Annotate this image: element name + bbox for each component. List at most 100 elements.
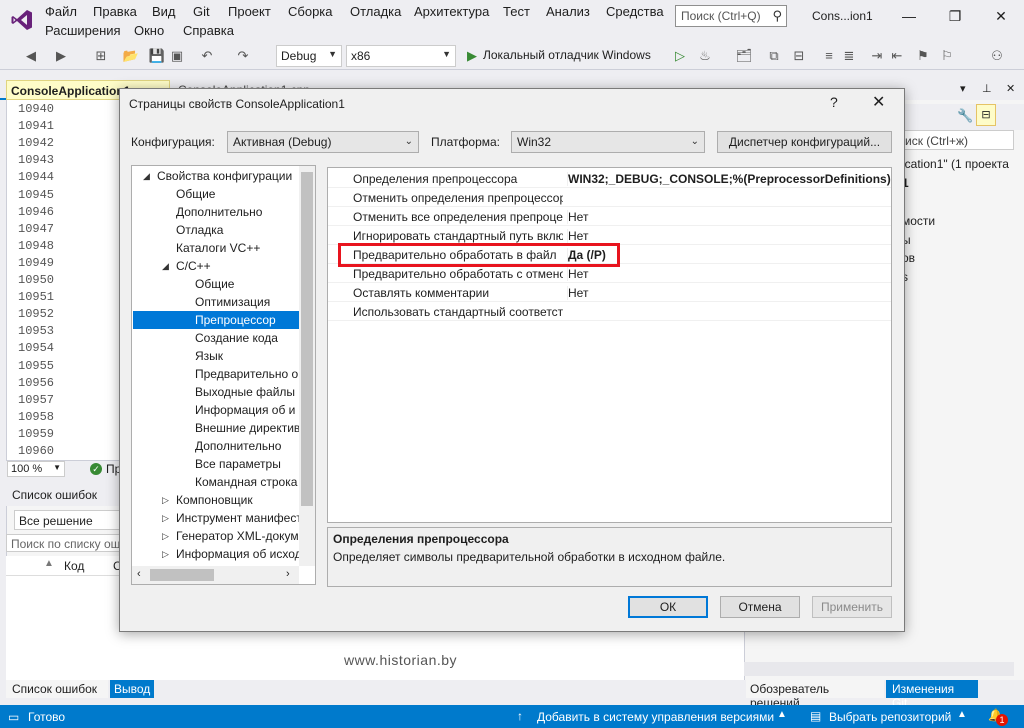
save-icon[interactable]: 💾 <box>148 47 166 65</box>
live-share-icon[interactable]: ⚇ <box>988 47 1006 65</box>
menu-file[interactable]: Файл <box>45 4 77 19</box>
collapsed-arrow-icon[interactable]: ▷ <box>162 549 169 560</box>
property-value[interactable]: Нет <box>567 267 588 281</box>
menu-window[interactable]: Окно <box>134 23 164 38</box>
tree-item[interactable]: Генератор XML-докум <box>176 527 299 545</box>
tree-item[interactable]: Общие <box>176 185 215 203</box>
tree-item[interactable]: Язык <box>195 347 223 365</box>
run-target-label[interactable]: Локальный отладчик Windows <box>483 48 651 62</box>
tab-error-list[interactable]: Список ошибок <box>6 680 108 698</box>
back-icon[interactable]: ◀ <box>22 47 40 65</box>
configuration-manager-button[interactable]: Диспетчер конфигураций... <box>717 131 892 153</box>
menu-help[interactable]: Справка <box>183 23 234 38</box>
solution-search-input[interactable]: иск (Ctrl+ж) <box>902 130 1014 150</box>
select-repository-button[interactable]: Выбрать репозиторий <box>829 710 951 724</box>
property-row[interactable]: Определения препроцессора WIN32;_DEBUG;_C… <box>328 169 891 188</box>
dialog-close-icon[interactable]: ✕ <box>872 92 885 112</box>
pin-icon[interactable]: ⊥ <box>982 82 992 95</box>
tree-item[interactable]: Дополнительно <box>176 203 262 221</box>
tree-horizontal-scroll-thumb[interactable] <box>150 569 214 581</box>
menu-project[interactable]: Проект <box>228 4 271 19</box>
tree-item[interactable]: Оптимизация <box>195 293 270 311</box>
bookmark-icon[interactable]: ⚑ <box>914 47 932 65</box>
property-row[interactable]: Оставлять комментарии Нет <box>328 283 891 302</box>
panel-dropdown-icon[interactable]: ▾ <box>960 82 966 95</box>
cancel-button[interactable]: Отмена <box>720 596 800 618</box>
new-project-icon[interactable]: ⊞ <box>92 47 110 65</box>
collapsed-arrow-icon[interactable]: ▷ <box>162 513 169 524</box>
outdent-icon[interactable]: ⇤ <box>888 47 906 65</box>
menu-edit[interactable]: Правка <box>93 4 137 19</box>
help-button[interactable]: ? <box>830 94 838 110</box>
tree-item[interactable]: Внешние директив <box>195 419 300 437</box>
properties-icon[interactable]: ⊟ <box>976 104 996 126</box>
menu-extensions[interactable]: Расширения <box>45 23 121 38</box>
tree-item[interactable]: Дополнительно <box>195 437 281 455</box>
tree-item[interactable]: Препроцессор <box>133 311 299 329</box>
collapsed-arrow-icon[interactable]: ▷ <box>162 495 169 506</box>
column-code[interactable]: Код <box>64 559 84 573</box>
close-window-button[interactable]: ✕ <box>986 4 1016 28</box>
platform-select[interactable]: x86 ▼ <box>346 45 456 67</box>
tab-git-changes[interactable]: Изменения Git <box>886 680 978 710</box>
menu-debug[interactable]: Отладка <box>350 4 401 19</box>
uncomment-icon[interactable]: ≣ <box>840 47 858 65</box>
bookmark-next-icon[interactable]: ⚐ <box>938 47 956 65</box>
tree-item[interactable]: Общие <box>195 275 234 293</box>
scroll-left-icon[interactable]: ‹ <box>137 568 141 580</box>
open-icon[interactable]: 📂 <box>122 47 140 65</box>
zoom-select[interactable]: 100 % ▼ <box>7 461 65 477</box>
tree-item[interactable]: Предварительно о <box>195 365 298 383</box>
toolbar-tool-icon[interactable]: ⧉ <box>765 47 783 65</box>
property-value[interactable]: Нет <box>567 229 588 243</box>
comment-icon[interactable]: ≡ <box>820 47 838 65</box>
ok-button[interactable]: ОК <box>628 596 708 618</box>
redo-icon[interactable]: ↷ <box>234 47 252 65</box>
close-icon[interactable]: ✕ <box>1006 82 1015 95</box>
property-row[interactable]: Отменить все определения препроцессора Не… <box>328 207 891 226</box>
solution-explorer-icon[interactable]: 🗂 <box>735 47 753 65</box>
tree-item[interactable]: Компоновщик <box>176 491 253 509</box>
menu-architecture[interactable]: Архитектура <box>414 4 489 19</box>
collapsed-arrow-icon[interactable]: ▷ <box>162 531 169 542</box>
menu-view[interactable]: Вид <box>152 4 176 19</box>
start-debug-icon[interactable]: ▶ <box>463 47 481 65</box>
tree-item[interactable]: Инструмент манифесте <box>176 509 308 527</box>
expanded-arrow-icon[interactable]: ◢ <box>162 261 169 272</box>
apply-button[interactable]: Применить <box>812 596 892 618</box>
restore-button[interactable]: ❐ <box>940 4 970 28</box>
tree-item[interactable]: Создание кода <box>195 329 278 347</box>
tree-item[interactable]: Командная строка <box>195 473 297 491</box>
platform-combo[interactable]: Win32 ⌄ <box>511 131 705 153</box>
property-row[interactable]: Использовать стандартный соответствующий <box>328 302 891 321</box>
property-value[interactable]: Нет <box>567 286 588 300</box>
minimize-button[interactable]: — <box>894 4 924 28</box>
tree-vertical-scroll-thumb[interactable] <box>301 172 313 506</box>
save-all-icon[interactable]: ▣ <box>168 47 186 65</box>
menu-build[interactable]: Сборка <box>288 4 333 19</box>
tree-item[interactable]: Каталоги VC++ <box>176 239 260 257</box>
add-to-source-control-button[interactable]: Добавить в систему управления версиями <box>537 710 774 724</box>
menu-test[interactable]: Тест <box>503 4 530 19</box>
scroll-right-icon[interactable]: › <box>286 568 290 580</box>
tab-solution-explorer[interactable]: Обозреватель решений <box>746 680 884 710</box>
configuration-select[interactable]: Debug ▼ <box>276 45 342 67</box>
undo-icon[interactable]: ↶ <box>198 47 216 65</box>
tab-output[interactable]: Вывод <box>110 680 154 698</box>
tree-item[interactable]: Свойства конфигурации <box>157 167 292 185</box>
global-search-input[interactable]: Поиск (Ctrl+Q) ⚲ <box>675 5 787 27</box>
menu-analyze[interactable]: Анализ <box>546 4 590 19</box>
solution-node[interactable]: ication1" (1 проекта <box>902 157 1009 171</box>
right-panel-hscrollbar[interactable] <box>744 662 1014 676</box>
toolbar-tool2-icon[interactable]: ⊟ <box>790 47 808 65</box>
wrench-icon[interactable]: 🔧 <box>957 108 973 124</box>
sort-icon[interactable]: ▲ <box>44 558 54 569</box>
tree-item[interactable]: Информация об исход <box>176 545 302 563</box>
property-row[interactable]: Отменить определения препроцессора <box>328 188 891 207</box>
start-without-debug-icon[interactable]: ▷ <box>671 47 689 65</box>
indent-icon[interactable]: ⇥ <box>868 47 886 65</box>
tree-item[interactable]: Информация об и <box>195 401 295 419</box>
property-value[interactable]: WIN32;_DEBUG;_CONSOLE;%(PreprocessorDefi… <box>567 172 891 186</box>
menu-tools[interactable]: Средства <box>606 4 664 19</box>
property-value[interactable]: Нет <box>567 210 588 224</box>
